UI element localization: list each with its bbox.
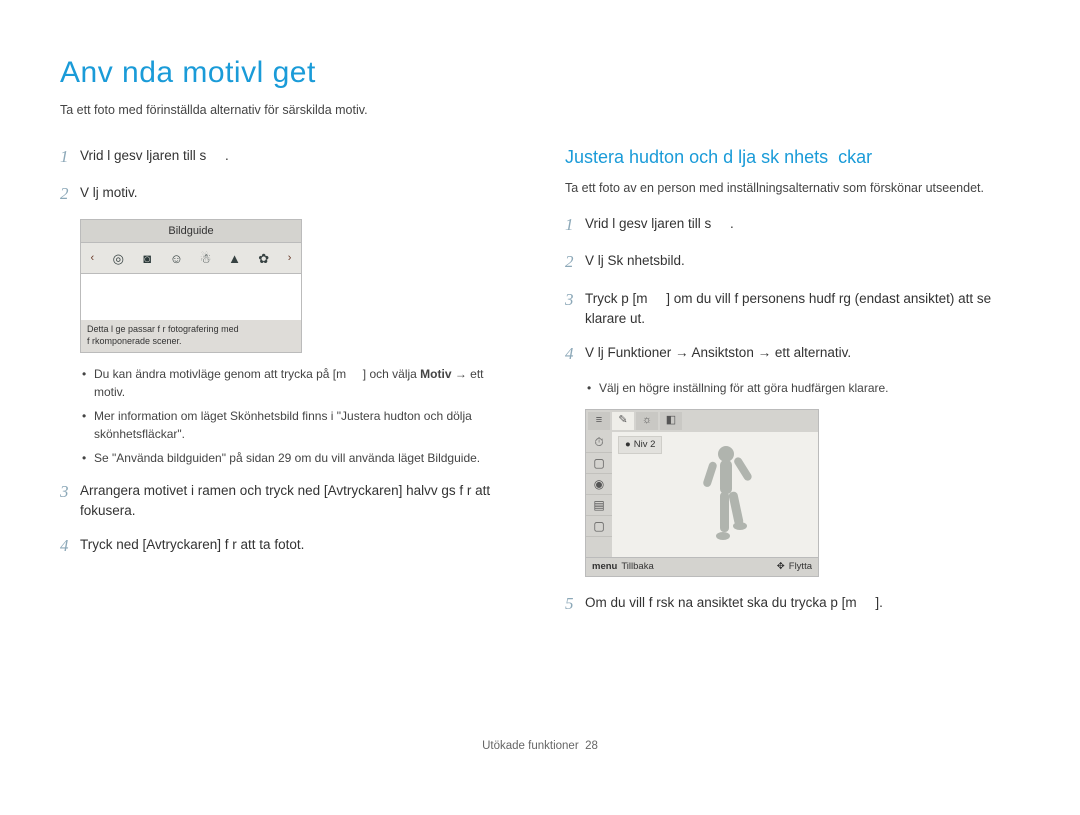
nav-icon: ✥ xyxy=(777,560,785,574)
step-number: 4 xyxy=(565,341,585,367)
step-number: 3 xyxy=(565,287,585,330)
level-badge: ● Niv 2 xyxy=(618,436,662,454)
tab-icon: ◧ xyxy=(660,412,682,430)
bottom-bar: menu Tillbaka ✥ Flytta xyxy=(586,557,818,576)
camera-screen-bildguide: Bildguide ‹ ◎ ◙ ☺ ☃ ▲ ✿ › Detta l ge pas… xyxy=(80,219,302,353)
tab-icon: ✎ xyxy=(612,412,634,430)
tab-icon: ☼ xyxy=(636,412,658,430)
chevron-right-icon: › xyxy=(284,250,296,267)
step-text: V lj Funktioner → Ansiktston → ett alter… xyxy=(585,341,1020,367)
left-column: 1 Vrid l gesv ljaren till s . 2 V lj mot… xyxy=(60,144,515,629)
chevron-left-icon: ‹ xyxy=(87,250,99,267)
scene-camera-icon: ◙ xyxy=(138,249,156,267)
right-notes: Välj en högre inställning för att göra h… xyxy=(565,379,1020,397)
screen-title: Bildguide xyxy=(81,220,301,244)
person-silhouette-icon xyxy=(690,442,760,550)
step-number: 3 xyxy=(60,479,80,522)
step-number: 2 xyxy=(565,249,585,275)
disc-icon: ◉ xyxy=(586,474,612,495)
step-1: 1 Vrid l gesv ljaren till s . xyxy=(565,212,1020,238)
section-heading: Justera hudton och d lja sk nhets ckar xyxy=(565,144,1020,171)
footer-section: Utökade funktioner xyxy=(482,740,579,752)
step-number: 1 xyxy=(60,144,80,170)
left-notes: Du kan ändra motivläge genom att trycka … xyxy=(60,365,515,467)
step-number: 2 xyxy=(60,181,80,207)
right-column: Justera hudton och d lja sk nhets ckar T… xyxy=(565,144,1020,629)
back-label: Tillbaka xyxy=(621,560,653,574)
step-number: 1 xyxy=(565,212,585,238)
step-text: V lj motiv. xyxy=(80,181,515,207)
step-2: 2 V lj Sk nhetsbild. xyxy=(565,249,1020,275)
tab-row: ≡ ✎ ☼ ◧ xyxy=(586,410,818,432)
dot-icon: ● xyxy=(625,438,631,452)
step-text: Tryck ned [Avtryckaren] f r att ta fotot… xyxy=(80,533,515,559)
step-text: Vrid l gesv ljaren till s . xyxy=(585,212,1020,238)
note-item: Välj en högre inställning för att göra h… xyxy=(587,379,1020,397)
scene-person-icon: ☃ xyxy=(197,249,215,267)
note-text-a: Du kan ändra motivläge genom att trycka … xyxy=(94,367,420,381)
desc-line-2: f rkomponerade scener. xyxy=(87,336,295,348)
step-5: 5 Om du vill f rsk na ansiktet ska du tr… xyxy=(565,591,1020,617)
step-number: 5 xyxy=(565,591,585,617)
page-intro: Ta ett foto med förinställda alternativ … xyxy=(60,101,1020,120)
camera-screen-beauty: ≡ ✎ ☼ ◧ ⏱ ▢ ◉ ▤ ▢ ● xyxy=(585,409,819,577)
step-3: 3 Arrangera motivet i ramen och tryck ne… xyxy=(60,479,515,522)
page-footer: Utökade funktioner 28 xyxy=(60,738,1020,755)
move-label: Flytta xyxy=(789,560,812,574)
square-icon: ▢ xyxy=(586,453,612,474)
note-item: Du kan ändra motivläge genom att trycka … xyxy=(82,365,515,401)
screen-preview-area xyxy=(81,274,301,320)
footer-page-number: 28 xyxy=(585,740,598,752)
square-icon: ▢ xyxy=(586,516,612,537)
step-text: Arrangera motivet i ramen och tryck ned … xyxy=(80,479,515,522)
page-title: Anv nda motivl get xyxy=(60,50,1020,95)
scene-flower-icon: ✿ xyxy=(255,249,273,267)
scene-icon-row: ‹ ◎ ◙ ☺ ☃ ▲ ✿ › xyxy=(81,243,301,274)
desc-line-1: Detta l ge passar f r fotografering med xyxy=(87,324,295,336)
scene-portrait-icon: ☺ xyxy=(167,249,185,267)
step-number: 4 xyxy=(60,533,80,559)
scene-target-icon: ◎ xyxy=(109,249,127,267)
note-item: Se "Använda bildguiden" på sidan 29 om d… xyxy=(82,449,515,467)
step-2: 2 V lj motiv. xyxy=(60,181,515,207)
step-text: Tryck p [m ] om du vill f personens hudf… xyxy=(585,287,1020,330)
note-bold: Motiv xyxy=(420,367,451,381)
step-1: 1 Vrid l gesv ljaren till s . xyxy=(60,144,515,170)
scene-mountain-icon: ▲ xyxy=(226,249,244,267)
step-text: Vrid l gesv ljaren till s . xyxy=(80,144,515,170)
step-4: 4 V lj Funktioner → Ansiktston → ett alt… xyxy=(565,341,1020,367)
level-value: Niv 2 xyxy=(634,438,656,452)
scene-description: Detta l ge passar f r fotografering med … xyxy=(81,320,301,351)
tab-icon: ≡ xyxy=(588,412,610,430)
stack-icon: ▤ xyxy=(586,495,612,516)
note-item: Mer information om läget Skönhetsbild fi… xyxy=(82,407,515,443)
step-3: 3 Tryck p [m ] om du vill f personens hu… xyxy=(565,287,1020,330)
menu-label-icon: menu xyxy=(592,560,617,574)
step-text: Om du vill f rsk na ansiktet ska du tryc… xyxy=(585,591,1020,617)
step-4: 4 Tryck ned [Avtryckaren] f r att ta fot… xyxy=(60,533,515,559)
section-intro: Ta ett foto av en person med inställning… xyxy=(565,179,1020,198)
side-icon-column: ⏱ ▢ ◉ ▤ ▢ xyxy=(586,432,612,557)
step-text: V lj Sk nhetsbild. xyxy=(585,249,1020,275)
alarm-icon: ⏱ xyxy=(586,432,612,453)
